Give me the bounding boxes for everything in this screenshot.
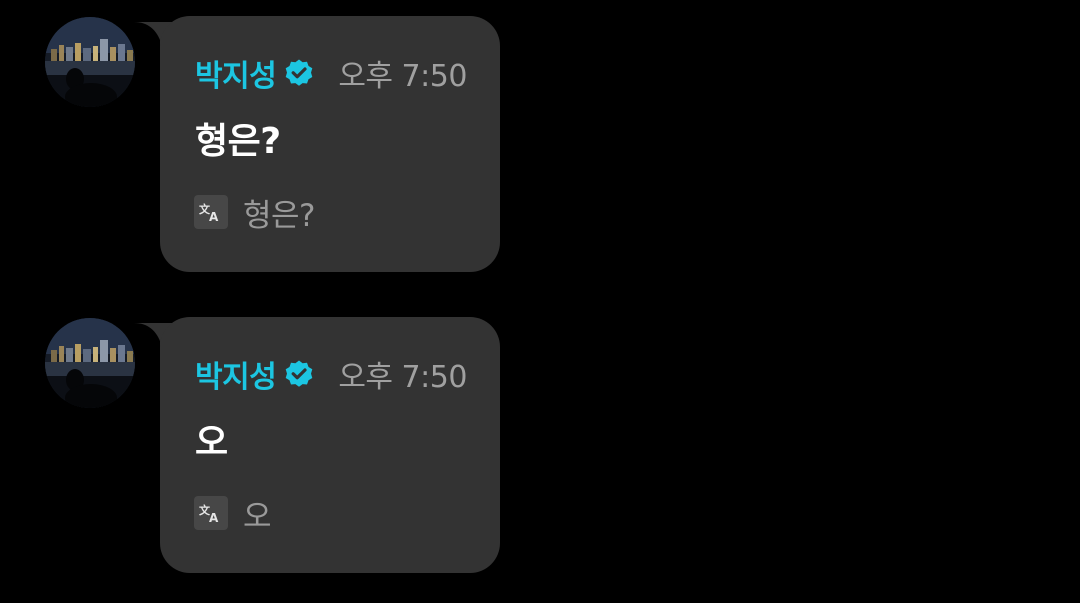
chat-message: 박지성 오후 7:50 형은? 文 A 형은? (0, 16, 520, 272)
avatar[interactable] (45, 17, 135, 107)
translate-icon[interactable]: 文 A (194, 195, 228, 229)
svg-text:A: A (209, 210, 219, 223)
message-time: 오후 7:50 (338, 360, 467, 395)
verified-badge-icon (284, 58, 314, 88)
chat-thread: 박지성 오후 7:50 형은? 文 A 형은? 박지성 오후 7:50 오 文 … (0, 0, 1080, 603)
message-time: 오후 7:50 (338, 59, 467, 94)
message-text: 형은? (195, 121, 281, 162)
svg-text:A: A (209, 511, 219, 524)
sender-name[interactable]: 박지성 (195, 352, 277, 396)
message-text: 오 (195, 422, 228, 463)
chat-message: 박지성 오후 7:50 오 文 A 오 (0, 317, 520, 573)
avatar[interactable] (45, 318, 135, 408)
avatar-photo (45, 318, 135, 408)
translated-text: 형은? (243, 197, 316, 234)
translation-row[interactable]: 文 A 오 (194, 495, 272, 535)
verified-badge-icon (284, 359, 314, 389)
message-header: 박지성 오후 7:50 (195, 353, 467, 395)
translated-text: 오 (243, 498, 272, 535)
translation-row[interactable]: 文 A 형은? (194, 194, 316, 234)
message-bubble[interactable]: 박지성 오후 7:50 오 文 A 오 (160, 317, 500, 573)
avatar-photo (45, 17, 135, 107)
translate-icon[interactable]: 文 A (194, 496, 228, 530)
sender-name[interactable]: 박지성 (195, 51, 277, 95)
message-bubble[interactable]: 박지성 오후 7:50 형은? 文 A 형은? (160, 16, 500, 272)
message-header: 박지성 오후 7:50 (195, 52, 467, 94)
